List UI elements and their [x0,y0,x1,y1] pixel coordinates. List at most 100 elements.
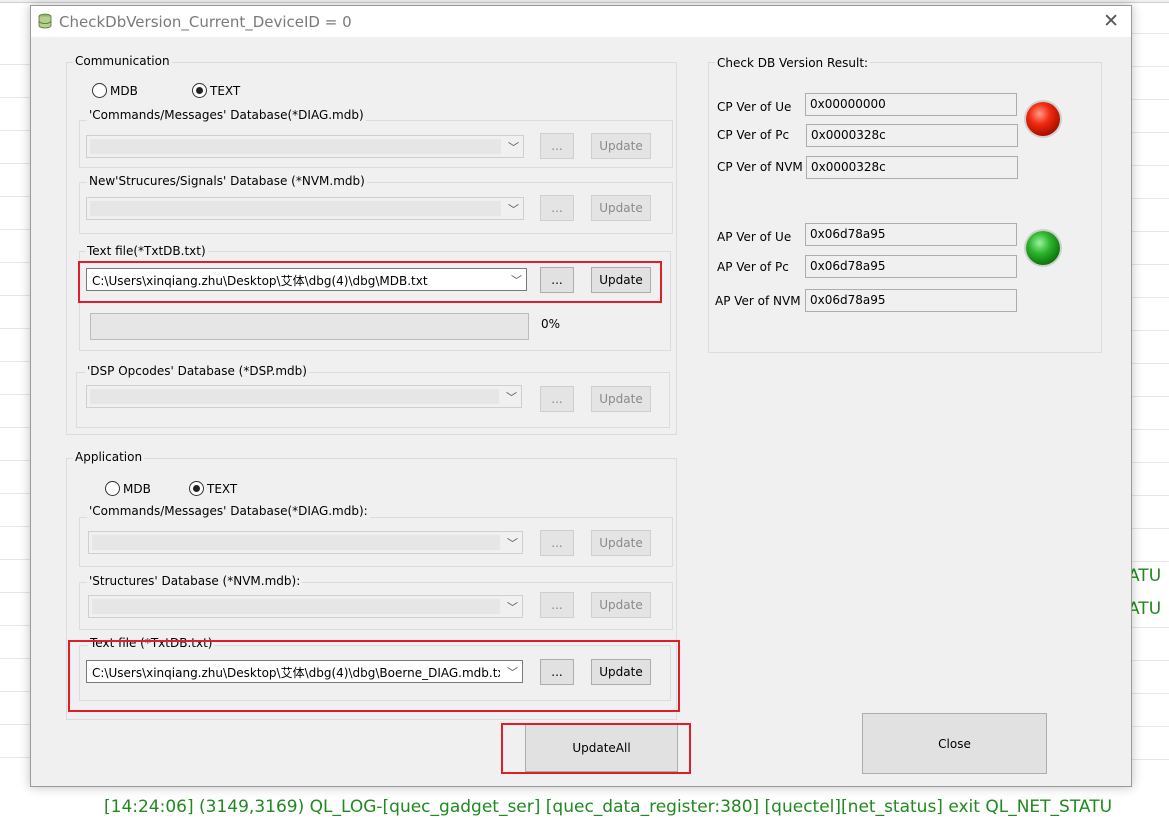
bg-grid-line [1132,759,1169,760]
comm-progress-bar [90,313,529,340]
app-struct-update-button[interactable]: Update [591,592,651,618]
bg-grid-line [1132,330,1169,331]
bg-grid-line [1132,693,1169,694]
comm-progress-text: 0% [541,317,561,331]
comm-nvm-browse-button[interactable]: ... [540,195,574,221]
close-button[interactable]: Close [862,713,1047,774]
radio-button-icon [92,83,107,98]
cp-status-led-icon [1026,102,1060,136]
bg-grid-line [1132,231,1169,232]
bg-grid-line [0,493,30,494]
app-radio-text[interactable]: TEXT [189,481,237,496]
bg-grid-line [0,361,30,362]
comm-diag-select[interactable]: ﹀ [86,135,524,158]
highlight-box [68,640,680,712]
comm-radio-text-label: TEXT [210,83,241,98]
ap-pc-value: 0x06d78a95 [805,255,1017,278]
bg-grid-line [1132,726,1169,727]
app-struct-select[interactable]: ﹀ [88,595,523,618]
ap-ue-value: 0x06d78a95 [805,223,1017,246]
highlight-box [78,261,662,303]
ap-pc-label: AP Ver of Pc [717,260,789,274]
comm-dsp-label: 'DSP Opcodes' Database (*DSP.mdb) [85,364,309,378]
bg-grid-line [0,64,30,65]
bg-grid-line [0,196,30,197]
highlight-box [501,723,691,774]
bg-grid-line [1132,132,1169,133]
comm-dsp-update-button[interactable]: Update [591,386,651,412]
app-diag-label: 'Commands/Messages' Database(*DIAG.mdb): [87,504,370,518]
bg-grid-line [1132,396,1169,397]
background-app-bar [0,0,1169,3]
comm-diag-update-button[interactable]: Update [591,133,651,159]
app-diag-browse-button[interactable]: ... [540,530,574,556]
comm-txt-label: Text file(*TxtDB.txt) [85,244,208,258]
bg-grid-line [1132,462,1169,463]
bg-grid-line [1132,165,1169,166]
chevron-down-icon: ﹀ [508,142,519,154]
radio-button-selected-icon [192,83,207,98]
comm-radio-mdb-label: MDB [110,83,138,98]
bg-grid-line [1132,264,1169,265]
comm-dsp-select[interactable]: ﹀ [86,385,522,408]
bg-grid-line [1132,99,1169,100]
bg-grid-line [1132,429,1169,430]
bg-grid-line [1132,363,1169,364]
bg-grid-line [0,724,30,725]
comm-diag-label: 'Commands/Messages' Database(*DIAG.mdb) [87,108,366,122]
bg-grid-line [0,625,30,626]
comm-nvm-select[interactable]: ﹀ [86,197,524,220]
close-icon[interactable]: ✕ [1103,10,1119,32]
cp-pc-value: 0x0000328c [806,124,1018,147]
bg-grid-line [1132,66,1169,67]
bg-grid-line [0,559,30,560]
bg-grid-line [1132,561,1169,562]
chevron-down-icon: ﹀ [507,602,518,614]
bg-grid-line [0,460,30,461]
radio-button-icon [105,481,120,496]
log-line: [14:24:06] (3149,3169) QL_LOG-[quec_gadg… [104,797,1113,817]
ap-nvm-label: AP Ver of NVM [715,294,801,308]
bg-grid-line [1132,198,1169,199]
log-fragment: ATU [1128,566,1162,586]
application-group-label: Application [73,450,145,464]
comm-radio-mdb[interactable]: MDB [92,83,138,98]
communication-group-label: Communication [73,54,172,68]
radio-button-selected-icon [189,481,204,496]
check-db-version-dialog: CheckDbVersion_Current_DeviceID = 0 ✕ Co… [30,5,1132,787]
ap-status-led-icon [1026,231,1060,265]
app-radio-mdb-label: MDB [123,481,151,496]
app-struct-browse-button[interactable]: ... [540,592,574,618]
chevron-down-icon: ﹀ [508,204,519,216]
database-icon [38,13,52,29]
bg-grid-line [0,658,30,659]
bg-grid-line [0,427,30,428]
comm-dsp-browse-button[interactable]: ... [540,386,574,412]
app-radio-mdb[interactable]: MDB [105,481,151,496]
bg-grid-line [1132,627,1169,628]
cp-pc-label: CP Ver of Pc [717,128,790,142]
bg-grid-line [0,130,30,131]
comm-radio-text[interactable]: TEXT [192,83,240,98]
app-diag-update-button[interactable]: Update [591,530,651,556]
app-diag-select[interactable]: ﹀ [88,531,523,554]
app-struct-label: 'Structures' Database (*NVM.mdb): [87,574,303,588]
comm-nvm-label: New'Strucures/Signals' Database (*NVM.md… [87,174,367,188]
bg-grid-line [0,757,30,758]
bg-grid-line [0,262,30,263]
bg-grid-line [1132,660,1169,661]
bg-grid-line [1132,495,1169,496]
window-title: CheckDbVersion_Current_DeviceID = 0 [59,13,352,31]
title-bar: CheckDbVersion_Current_DeviceID = 0 ✕ [31,6,1131,37]
chevron-down-icon: ﹀ [507,538,518,550]
bg-grid-line [0,328,30,329]
cp-ue-value: 0x00000000 [805,93,1017,116]
result-group-label: Check DB Version Result: [715,56,871,70]
comm-diag-browse-button[interactable]: ... [540,133,574,159]
bg-grid-line [1132,297,1169,298]
bg-grid-line [0,295,30,296]
cp-nvm-label: CP Ver of NVM [717,160,803,174]
comm-nvm-update-button[interactable]: Update [591,195,651,221]
bg-grid-line [1132,528,1169,529]
ap-ue-label: AP Ver of Ue [717,230,792,244]
